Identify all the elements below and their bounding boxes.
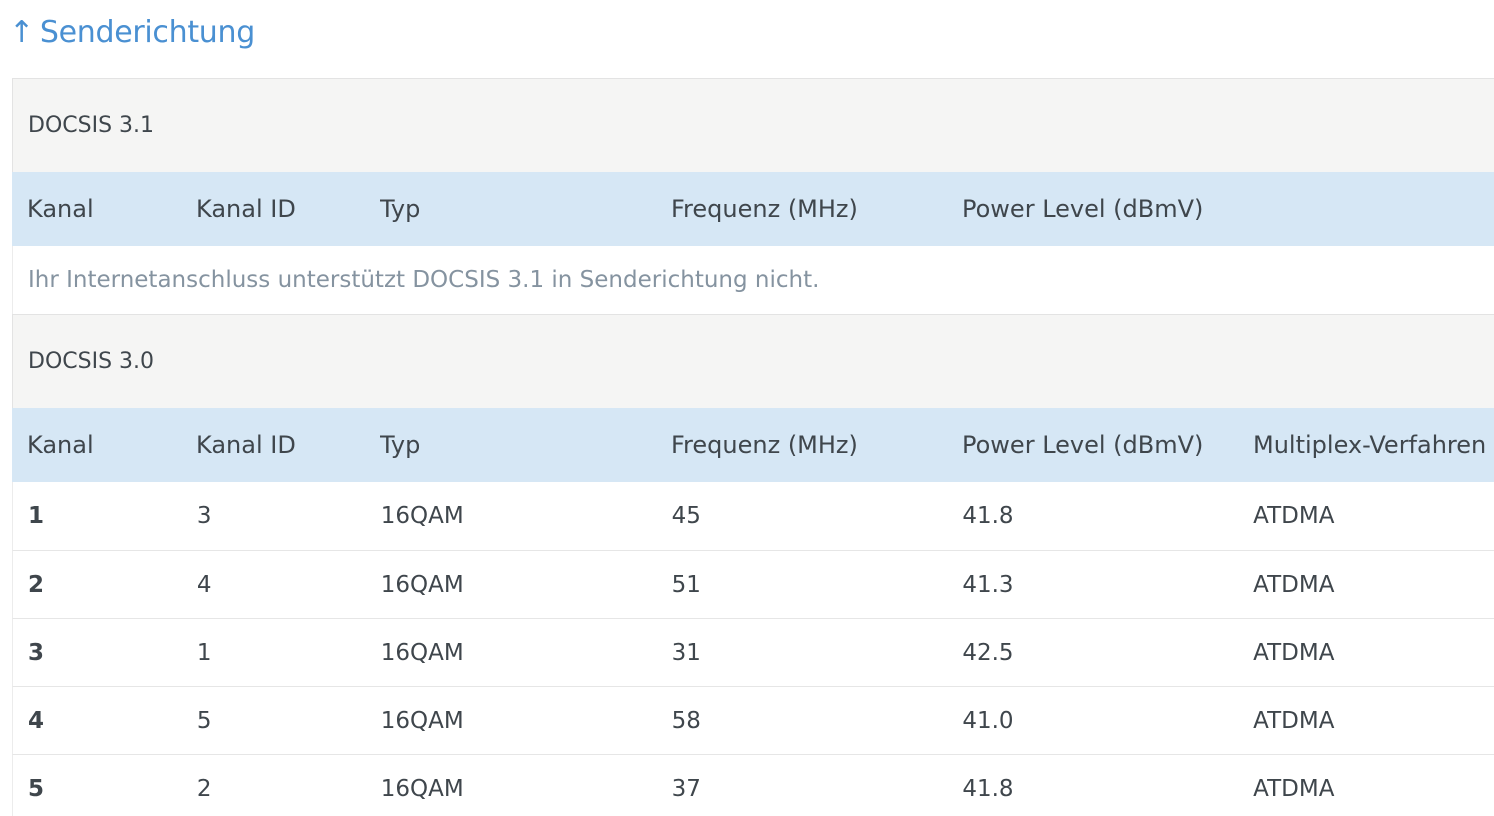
table-row: 4 5 16QAM 58 41.0 ATDMA (12, 686, 1494, 754)
column-header-typ: Typ (380, 431, 421, 459)
column-header-kanal: Kanal (27, 431, 94, 459)
column-header-multiplex: Multiplex-Verfahren (1253, 431, 1487, 459)
cell-kanal-id: 3 (196, 503, 212, 529)
cell-typ: 16QAM (380, 571, 464, 598)
docsis30-rows: 1 3 16QAM 45 41.8 ATDMA 2 4 16QAM 51 41.… (12, 482, 1494, 816)
column-header-frequenz: Frequenz (MHz) (671, 195, 858, 223)
column-header-kanal-id: Kanal ID (196, 431, 296, 459)
cell-frequenz: 51 (671, 571, 701, 598)
cell-kanal: 5 (28, 775, 45, 802)
channel-tables: DOCSIS 3.1 Kanal Kanal ID Typ Frequenz (… (12, 78, 1494, 816)
cell-power-level: 41.0 (962, 707, 1014, 734)
column-header-typ: Typ (380, 195, 421, 223)
cell-power-level: 41.3 (962, 571, 1014, 598)
cell-kanal: 2 (28, 571, 45, 598)
cell-kanal-id: 2 (196, 775, 212, 802)
cell-multiplex: ATDMA (1253, 571, 1335, 598)
cell-typ: 16QAM (380, 639, 464, 666)
docsis31-not-supported-message: Ihr Internetanschluss unterstützt DOCSIS… (12, 246, 1494, 314)
cell-multiplex: ATDMA (1253, 639, 1335, 666)
cell-kanal: 4 (28, 707, 45, 734)
table-row: 5 2 16QAM 37 41.8 ATDMA (12, 754, 1494, 816)
arrow-up-icon: ↑ (9, 14, 34, 50)
table-row: 3 1 16QAM 31 42.5 ATDMA (12, 618, 1494, 686)
cell-frequenz: 58 (671, 707, 701, 734)
cell-power-level: 41.8 (962, 775, 1014, 802)
cell-frequenz: 37 (671, 775, 701, 802)
column-header-kanal: Kanal (27, 195, 94, 223)
cell-kanal-id: 5 (196, 707, 212, 734)
cell-power-level: 41.8 (962, 503, 1014, 529)
docsis31-title: DOCSIS 3.1 (28, 113, 155, 138)
cell-power-level: 42.5 (962, 639, 1014, 666)
docsis31-column-headers: Kanal Kanal ID Typ Frequenz (MHz) Power … (12, 172, 1494, 246)
cell-kanal-id: 1 (196, 639, 212, 666)
info-message-text: Ihr Internetanschluss unterstützt DOCSIS… (28, 267, 820, 293)
section-title-text: Senderichtung (39, 14, 255, 50)
section-title: ↑ Senderichtung (9, 8, 255, 56)
cell-frequenz: 31 (671, 639, 701, 666)
page: ↑ Senderichtung DOCSIS 3.1 Kanal Kanal I… (0, 0, 1494, 816)
column-header-power-level: Power Level (dBmV) (962, 431, 1204, 459)
docsis31-header: DOCSIS 3.1 (12, 78, 1494, 172)
cell-frequenz: 45 (671, 503, 701, 529)
docsis30-title: DOCSIS 3.0 (28, 349, 155, 374)
cell-typ: 16QAM (380, 775, 464, 802)
cell-multiplex: ATDMA (1253, 503, 1335, 529)
column-header-power-level: Power Level (dBmV) (962, 195, 1204, 223)
cell-kanal: 3 (28, 639, 45, 666)
cell-multiplex: ATDMA (1253, 707, 1335, 734)
cell-multiplex: ATDMA (1253, 775, 1335, 802)
table-row: 2 4 16QAM 51 41.3 ATDMA (12, 550, 1494, 618)
docsis30-header: DOCSIS 3.0 (12, 314, 1494, 408)
column-header-kanal-id: Kanal ID (196, 195, 296, 223)
cell-typ: 16QAM (380, 707, 464, 734)
cell-kanal: 1 (28, 503, 45, 529)
docsis30-column-headers: Kanal Kanal ID Typ Frequenz (MHz) Power … (12, 408, 1494, 482)
cell-typ: 16QAM (380, 503, 464, 529)
cell-kanal-id: 4 (196, 571, 212, 598)
column-header-frequenz: Frequenz (MHz) (671, 431, 858, 459)
table-row: 1 3 16QAM 45 41.8 ATDMA (12, 482, 1494, 550)
